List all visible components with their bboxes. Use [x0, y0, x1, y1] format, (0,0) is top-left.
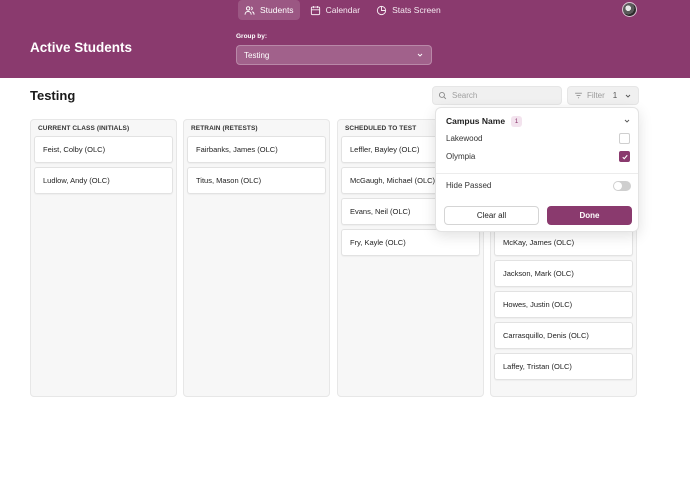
filter-label: Filter	[587, 91, 605, 100]
chevron-down-icon	[625, 94, 631, 98]
student-card[interactable]: Ludlow, Andy (OLC)	[34, 167, 173, 194]
filter-panel: Campus Name 1 Lakewood Olympia Hide Pass…	[435, 107, 639, 232]
hide-passed-row[interactable]: Hide Passed	[446, 179, 631, 192]
student-card[interactable]: Fry, Kayle (OLC)	[341, 229, 480, 256]
column-title: RETRAIN (RETESTS)	[191, 125, 258, 132]
student-card[interactable]: Feist, Colby (OLC)	[34, 136, 173, 163]
nav-item-stats-screen[interactable]: Stats Screen	[370, 0, 447, 20]
chevron-down-icon	[417, 53, 423, 57]
nav-item-calendar[interactable]: Calendar	[304, 0, 367, 20]
panel-divider	[436, 173, 638, 174]
page-title: Testing	[30, 88, 76, 103]
search-input[interactable]	[452, 91, 552, 100]
pie-chart-icon	[376, 5, 387, 15]
student-card[interactable]: Laffey, Tristan (OLC)	[494, 353, 633, 380]
top-nav: Students Calendar Stats Screen	[238, 0, 447, 20]
user-avatar[interactable]	[622, 2, 637, 17]
filter-count: 1	[612, 91, 618, 100]
nav-item-label: Students	[260, 5, 294, 15]
group-by-select[interactable]: Testing	[236, 45, 432, 65]
checkmark-icon	[621, 154, 628, 160]
filter-button[interactable]: Filter 1	[567, 86, 639, 105]
column-title: CURRENT CLASS (INITIALS)	[38, 125, 130, 132]
campus-filter-title: Campus Name	[446, 116, 506, 126]
search-icon	[438, 91, 447, 100]
clear-all-button[interactable]: Clear all	[444, 206, 539, 225]
option-label: Olympia	[446, 152, 476, 161]
column-current-class: CURRENT CLASS (INITIALS) Feist, Colby (O…	[30, 119, 177, 397]
filter-icon	[575, 92, 582, 99]
hide-passed-toggle[interactable]	[613, 180, 631, 191]
app-title: Active Students	[30, 40, 133, 55]
student-card[interactable]: Howes, Justin (OLC)	[494, 291, 633, 318]
student-card[interactable]: Fairbanks, James (OLC)	[187, 136, 326, 163]
student-card[interactable]: Titus, Mason (OLC)	[187, 167, 326, 194]
group-by-label: Group by:	[236, 33, 268, 40]
option-label: Lakewood	[446, 134, 483, 143]
group-by-value: Testing	[244, 50, 270, 60]
column-retrain: RETRAIN (RETESTS) Fairbanks, James (OLC)…	[183, 119, 330, 397]
campus-option-lakewood[interactable]: Lakewood	[446, 132, 630, 145]
nav-item-label: Stats Screen	[392, 5, 441, 15]
lakewood-checkbox[interactable]	[619, 133, 630, 144]
nav-item-label: Calendar	[325, 5, 361, 15]
student-card[interactable]: McKay, James (OLC)	[494, 229, 633, 256]
student-card[interactable]: Jackson, Mark (OLC)	[494, 260, 633, 287]
campus-filter-header[interactable]: Campus Name 1	[446, 114, 631, 128]
users-icon	[244, 5, 255, 15]
done-button[interactable]: Done	[547, 206, 632, 225]
hide-passed-label: Hide Passed	[446, 181, 492, 190]
olympia-checkbox[interactable]	[619, 151, 630, 162]
search-box[interactable]	[432, 86, 562, 105]
calendar-icon	[310, 5, 320, 15]
selected-count-badge: 1	[511, 115, 523, 127]
nav-item-students[interactable]: Students	[238, 0, 300, 20]
chevron-down-icon	[624, 119, 630, 123]
app-header: Students Calendar Stats Screen Active St…	[0, 0, 690, 78]
column-title: SCHEDULED TO TEST	[345, 125, 417, 132]
campus-option-olympia[interactable]: Olympia	[446, 150, 630, 163]
student-card[interactable]: Carrasquillo, Denis (OLC)	[494, 322, 633, 349]
